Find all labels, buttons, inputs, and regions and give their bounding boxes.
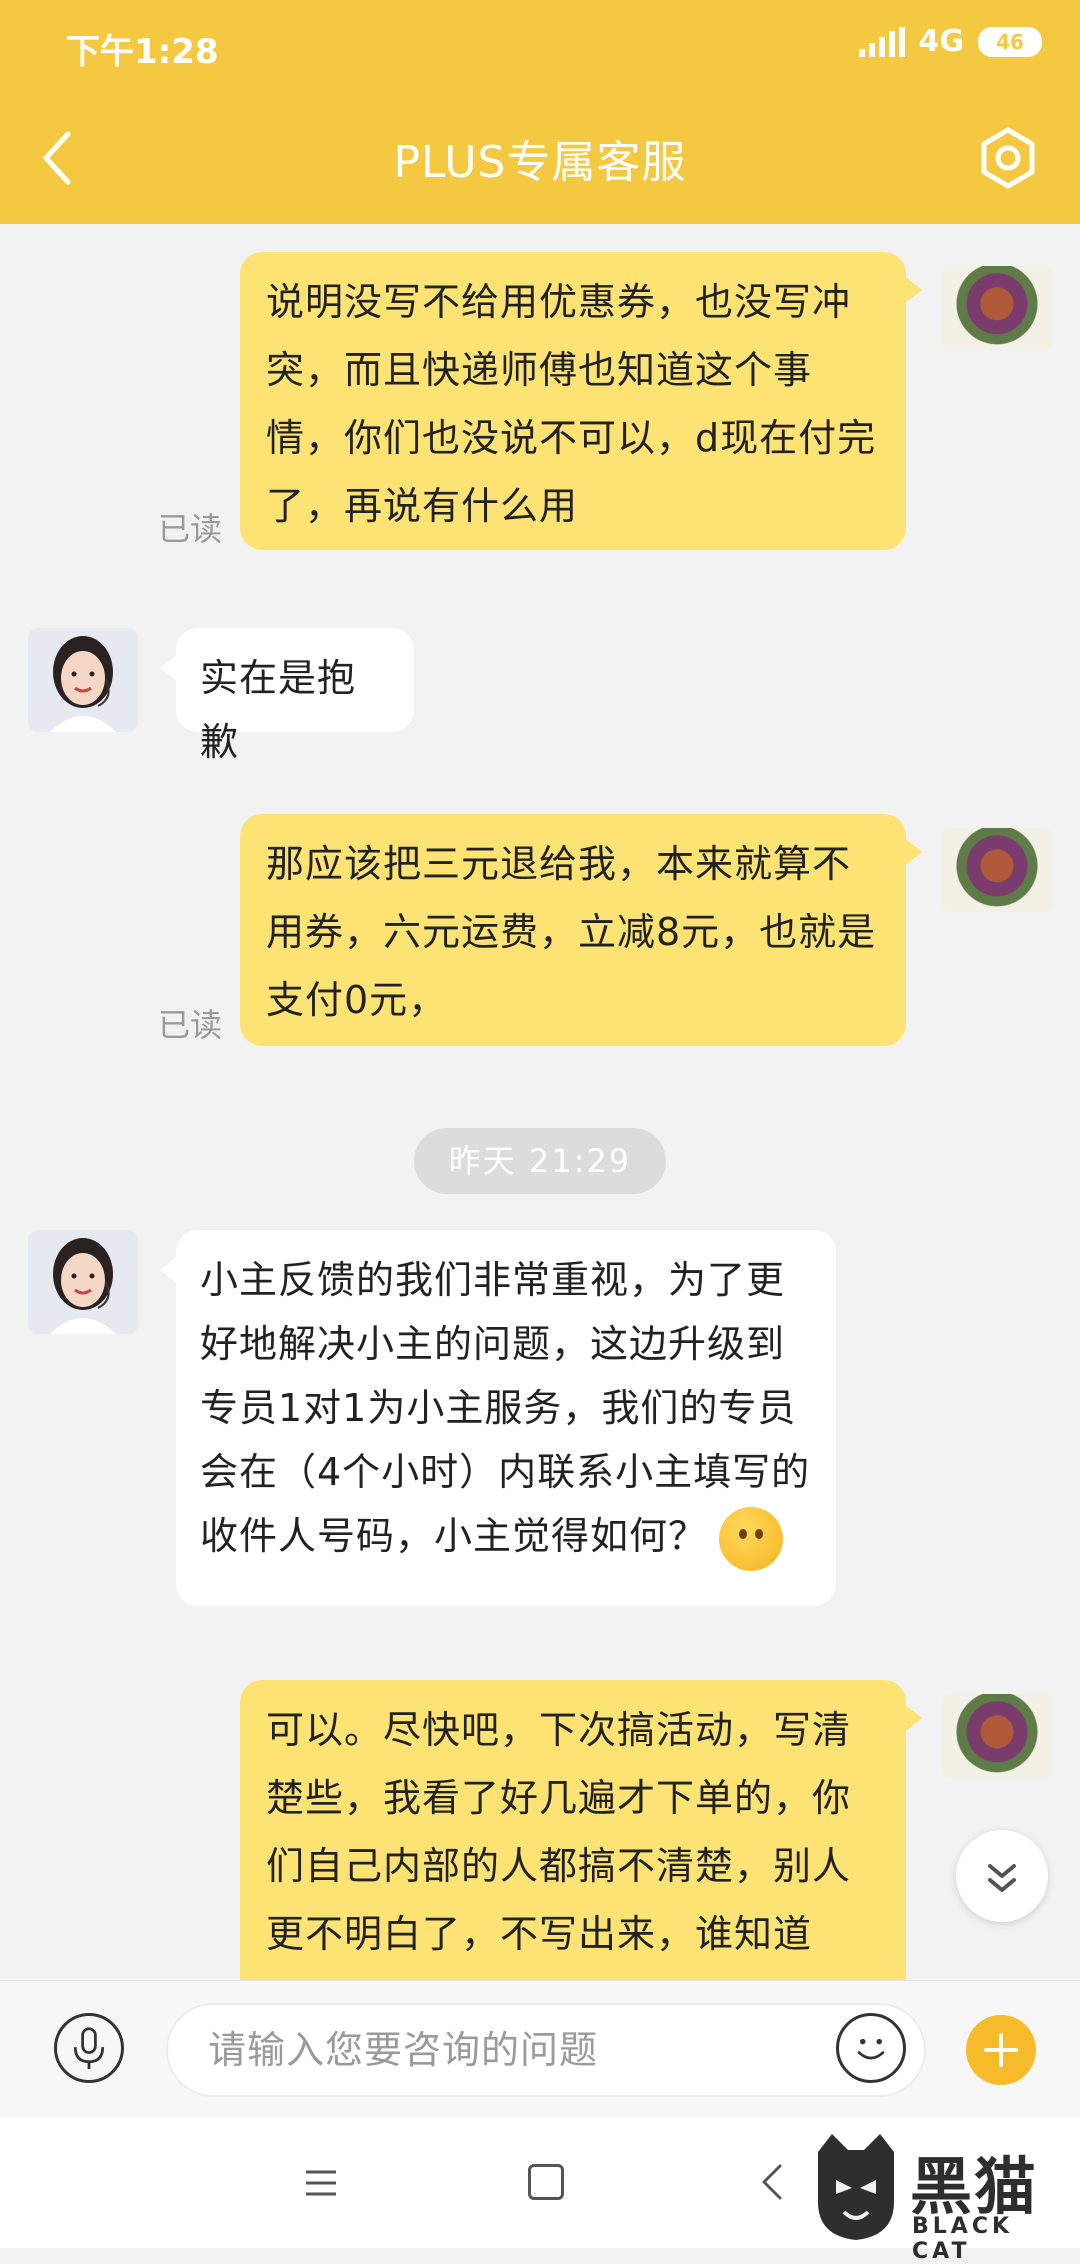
scroll-to-bottom-button[interactable] <box>956 1830 1048 1922</box>
agent-face-icon <box>28 1230 138 1334</box>
read-status: 已读 <box>158 510 223 548</box>
time-divider: 昨天 21:29 <box>414 1128 666 1194</box>
message-bubble-user[interactable]: 那应该把三元退给我，本来就算不用券，六元运费，立减8元，也就是支付0元， <box>240 814 922 1046</box>
status-indicators: 4G 46 <box>858 24 1042 59</box>
user-avatar[interactable] <box>942 1694 1052 1778</box>
battery-icon: 46 <box>978 26 1042 57</box>
recent-apps-button[interactable] <box>304 2166 338 2200</box>
message-bubble-agent[interactable]: 实在是抱歉 <box>160 628 414 764</box>
emoji-button[interactable] <box>836 2013 906 2083</box>
battery-level: 46 <box>996 29 1024 54</box>
home-button[interactable] <box>528 2164 564 2200</box>
agent-avatar[interactable] <box>28 628 138 732</box>
network-type: 4G <box>918 24 965 59</box>
read-status: 已读 <box>158 1006 223 1044</box>
page-title: PLUS专属客服 <box>393 137 687 188</box>
black-cat-logo-icon <box>818 2134 894 2240</box>
message-text: 小主反馈的我们非常重视，为了更好地解决小主的问题，这边升级到专员1对1为小主服务… <box>200 1258 811 1558</box>
watermark-en: BLACK CAT <box>912 2214 1014 2264</box>
settings-button[interactable] <box>976 126 1040 190</box>
voice-input-button[interactable] <box>54 2013 124 2083</box>
message-bubble-user[interactable]: 说明没写不给用优惠券，也没写冲突，而且快递师傅也知道这个事情，你们也没说不可以，… <box>240 252 922 550</box>
system-back-button[interactable] <box>758 2162 788 2202</box>
watermark: 黑猫 BLACK CAT <box>800 2132 1080 2264</box>
watermark-cn: 黑猫 <box>910 2150 1039 2223</box>
chat-area[interactable]: 说明没写不给用优惠券，也没写冲突，而且快递师傅也知道这个事情，你们也没说不可以，… <box>0 224 1080 1980</box>
signal-icon <box>858 26 905 57</box>
agent-avatar[interactable] <box>28 1230 138 1334</box>
app-header: 下午1:28 4G 46 PLUS专属客服 <box>0 0 1080 224</box>
user-avatar[interactable] <box>942 266 1052 350</box>
system-nav-bar: 黑猫 BLACK CAT <box>0 2118 1080 2264</box>
add-attachment-button[interactable] <box>966 2015 1036 2085</box>
message-bubble-agent[interactable]: 小主反馈的我们非常重视，为了更好地解决小主的问题，这边升级到专员1对1为小主服务… <box>160 1230 836 1606</box>
agent-face-icon <box>28 628 138 732</box>
message-input[interactable]: 请输入您要咨询的问题 <box>166 2003 926 2097</box>
status-time: 下午1:28 <box>66 32 219 72</box>
message-bubble-user[interactable]: 可以。尽快吧，下次搞活动，写清楚些，我看了好几遍才下单的，你们自己内部的人都搞不… <box>240 1680 922 1980</box>
status-bar: 下午1:28 4G 46 <box>0 0 1080 96</box>
input-bar: 请输入您要咨询的问题 <box>0 1980 1080 2119</box>
user-avatar[interactable] <box>942 828 1052 912</box>
thinking-face-icon <box>719 1506 784 1571</box>
